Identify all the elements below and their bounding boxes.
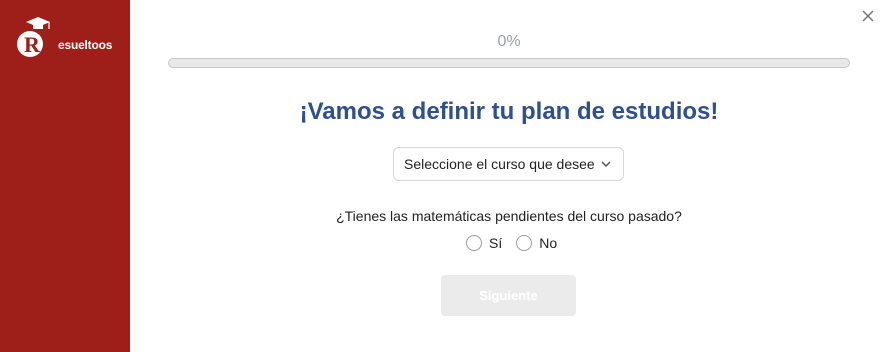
- radio-option-no[interactable]: No: [516, 235, 557, 251]
- radio-label: Sí: [489, 235, 503, 251]
- radio-button[interactable]: [516, 235, 533, 251]
- brand-logo: R esueltoos: [16, 16, 116, 62]
- close-button[interactable]: [858, 6, 878, 26]
- answer-radio-group: Sí No: [466, 235, 571, 251]
- page-title: ¡Vamos a definir tu plan de estudios!: [299, 98, 719, 125]
- progress-label: 0%: [497, 33, 521, 50]
- question-text: ¿Tienes las matemáticas pendientes del c…: [336, 208, 682, 224]
- course-select-label: Seleccione el curso que desee: [404, 156, 595, 172]
- sidebar: R esueltoos: [0, 0, 130, 352]
- chevron-down-icon: [601, 161, 611, 168]
- course-select[interactable]: Seleccione el curso que desee: [393, 147, 624, 181]
- next-button[interactable]: Siguiente: [441, 275, 576, 316]
- close-icon: [862, 10, 874, 22]
- radio-option-si[interactable]: Sí: [466, 235, 502, 251]
- radio-button[interactable]: [466, 235, 482, 251]
- svg-text:R: R: [24, 32, 41, 57]
- radio-label: No: [539, 235, 558, 251]
- progress-bar: [168, 58, 850, 68]
- brand-name: esueltoos: [58, 38, 113, 52]
